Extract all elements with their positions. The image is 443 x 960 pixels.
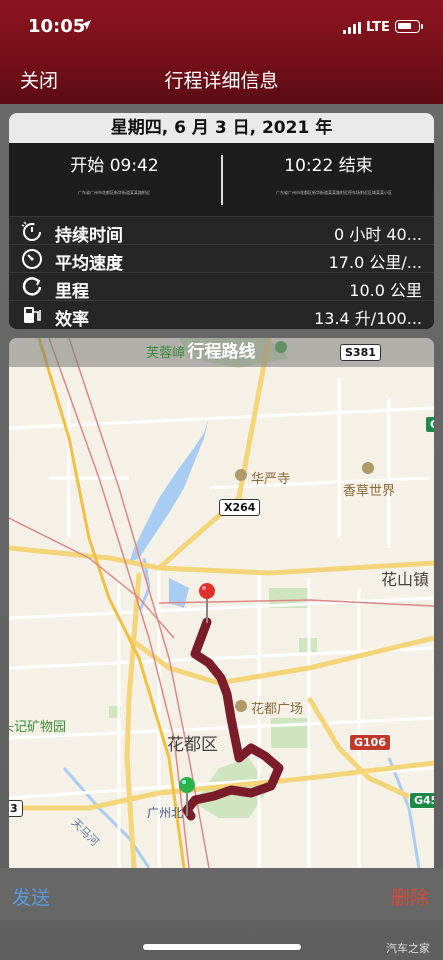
trip-date: 星期四, 6 月 3 日, 2021 年 bbox=[9, 113, 434, 143]
map-label-furong: 芙蓉嶂 bbox=[146, 346, 186, 361]
location-arrow-icon bbox=[81, 20, 91, 30]
temple-icon bbox=[235, 469, 247, 481]
status-time: 10:05 bbox=[28, 16, 86, 37]
send-button[interactable]: 发送 bbox=[12, 883, 50, 910]
stat-value: 0 小时 40... bbox=[334, 225, 422, 244]
map-label-huadu-district: 花都区 bbox=[167, 735, 218, 755]
garden-icon bbox=[362, 462, 374, 474]
end-address: 广东省广州市花都区新华街道某某路附近停车场附近区域某某小区 bbox=[276, 190, 392, 195]
close-button[interactable]: 关闭 bbox=[20, 66, 58, 93]
map-label-kuangyuan: 头记矿物园 bbox=[9, 720, 67, 735]
road-badge-g106: G106 bbox=[349, 734, 391, 751]
stat-label: 里程 bbox=[55, 282, 89, 302]
stat-label: 效率 bbox=[55, 310, 89, 329]
road-badge-s381: S381 bbox=[340, 344, 381, 361]
map-label-huayan: 华严寺 bbox=[251, 472, 291, 487]
square-icon bbox=[235, 700, 247, 712]
start-time: 开始 09:42 bbox=[70, 156, 159, 176]
nav-header: 10:05 LTE 关闭 行程详细信息 bbox=[0, 0, 443, 104]
road-badge-x264: X264 bbox=[219, 499, 261, 516]
fuel-pump-icon bbox=[24, 307, 41, 323]
home-indicator[interactable] bbox=[143, 944, 301, 950]
road-badge-edge: 3 bbox=[9, 800, 23, 817]
stat-efficiency: 效率 13.4 升/100... bbox=[9, 300, 434, 329]
watermark: 汽车之家 bbox=[386, 942, 430, 955]
bottom-toolbar: 发送 删除 bbox=[0, 868, 443, 920]
stat-value: 10.0 公里 bbox=[349, 281, 422, 300]
delete-button[interactable]: 删除 bbox=[391, 883, 429, 910]
road-badge-edge-right: G bbox=[425, 416, 434, 433]
map-label-guangzhou-north: 广州北 bbox=[147, 806, 184, 820]
road-badge-g45: G45 bbox=[409, 792, 434, 809]
map-label-huashan: 花山镇 bbox=[381, 570, 430, 589]
page-title: 行程详细信息 bbox=[164, 70, 279, 92]
timer-icon bbox=[21, 221, 41, 241]
stat-duration: 持续时间 0 小时 40... bbox=[9, 216, 434, 246]
stat-value: 13.4 升/100... bbox=[314, 309, 422, 328]
odometer-icon bbox=[22, 277, 42, 296]
stat-label: 持续时间 bbox=[55, 226, 123, 246]
map-label-xiangcao: 香草世界 bbox=[343, 484, 396, 499]
signal-icon bbox=[343, 22, 361, 34]
stat-label: 平均速度 bbox=[55, 254, 123, 274]
stat-value: 17.0 公里/... bbox=[328, 253, 422, 272]
trip-details-card: 星期四, 6 月 3 日, 2021 年 开始 09:42 广东省广州市花都区新… bbox=[9, 113, 434, 329]
trip-times: 开始 09:42 广东省广州市花都区新华街道某某路附近 10:22 结束 广东省… bbox=[9, 143, 434, 216]
stat-distance: 里程 10.0 公里 bbox=[9, 272, 434, 302]
battery-icon bbox=[395, 20, 423, 33]
end-time: 10:22 结束 bbox=[284, 156, 373, 176]
network-label: LTE bbox=[366, 20, 390, 35]
stat-avg-speed: 平均速度 17.0 公里/... bbox=[9, 244, 434, 274]
map-canvas bbox=[9, 338, 434, 868]
start-address: 广东省广州市花都区新华街道某某路附近 bbox=[78, 190, 150, 195]
route-map[interactable]: 行程路线 芙蓉嶂 华严寺 香草世界 花山镇 花都广场 花都区 广州北 头记矿物园… bbox=[9, 338, 434, 868]
speedometer-icon bbox=[22, 249, 42, 269]
map-label-huadu-square: 花都广场 bbox=[251, 702, 304, 717]
